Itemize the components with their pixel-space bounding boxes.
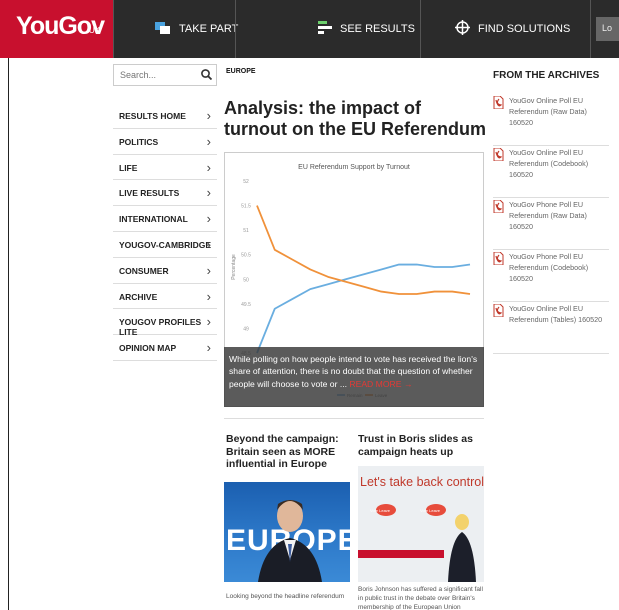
sidebar-item-label: INTERNATIONAL [119,214,188,225]
vote-leave-badge: Vote Leave [420,508,441,513]
sidebar-item-label: ARCHIVE [119,291,158,302]
archive-item-label: YouGov Online Poll EU Referendum (Raw Da… [509,96,587,127]
card-title[interactable]: Beyond the campaign: Britain seen as MOR… [226,433,350,471]
card-image-boris[interactable]: Let's take back control Vote Leave Vote … [358,466,484,582]
chart-y-tick: 51.5 [241,204,251,210]
sidebar-item-label: RESULTS HOME [119,111,186,121]
read-more-link[interactable]: READ MORE → [349,379,412,389]
results-list-icon [318,21,332,37]
chart-y-tick: 50 [243,277,249,283]
sidebar-item-label: OPINION MAP [119,343,177,354]
pdf-icon [493,147,504,166]
archive-item[interactable]: YouGov Phone Poll EU Referendum (Codeboo… [493,250,609,302]
chevron-right-icon: › [206,288,211,304]
sidebar-menu: RESULTS HOME › POLITICS › LIFE › LIVE RESUL… [113,103,217,361]
crosshair-icon [455,20,470,38]
nav-see-results[interactable]: SEE RESULTS [318,0,415,58]
chevron-right-icon: › [206,133,211,149]
sidebar-item-live-results[interactable]: LIVE RESULTS › [113,180,217,207]
speech-bubble-icon [155,21,171,38]
vote-leave-badge: Vote Leave [370,508,391,513]
search-box [113,64,217,86]
login-button[interactable]: Lo [596,17,619,41]
search-icon[interactable] [201,68,213,83]
sidebar-item-life[interactable]: LIFE › [113,155,217,181]
chevron-right-icon: › [206,314,211,330]
chart-title: EU Referendum Support by Turnout [298,164,410,171]
nav-find-solutions[interactable]: FIND SOLUTIONS [455,0,570,58]
sidebar-item-yougov-profiles-lite[interactable]: YOUGOV PROFILES LITE › [113,309,217,337]
chevron-right-icon: › [206,185,211,201]
article-title[interactable]: Analysis: the impact of turnout on the E… [224,98,488,140]
chevron-right-icon: › [206,211,211,227]
card-excerpt: Looking beyond the headline referendum [226,593,345,600]
chart-series-remain [256,263,471,354]
sidebar-item-label: YOUGOV-CAMBRIDGE [119,239,212,250]
nav-take-part-label: TAKE PART [179,23,239,35]
chevron-right-icon: › [206,262,211,278]
archive-item-label: YouGov Online Poll EU Referendum (Codebo… [509,148,589,179]
article-summary: While polling on how people intend to vo… [229,353,481,390]
chevron-right-icon: › [206,108,211,123]
archive-item[interactable]: YouGov Online Poll EU Referendum (Raw Da… [493,94,609,146]
pdf-icon [493,199,504,218]
nav-divider [235,0,236,58]
section-label[interactable]: EUROPE [226,68,256,75]
frame-edge [8,58,9,610]
pdf-icon [493,303,504,322]
sidebar-item-international[interactable]: INTERNATIONAL › [113,206,217,232]
archive-item[interactable]: YouGov Phone Poll EU Referendum (Raw Dat… [493,198,609,250]
nav-take-part[interactable]: TAKE PART [155,0,238,58]
nav-divider [590,0,591,58]
archive-item[interactable]: YouGov Online Poll EU Referendum (Tables… [493,302,609,354]
sidebar-item-label: LIFE [119,162,138,173]
card-image-cameron[interactable]: EUROPEAN [224,482,350,582]
chart-y-axis-label: Percentage [231,254,237,280]
yougov-logo[interactable]: YouGov UK [0,0,113,58]
card-title[interactable]: Trust in Boris slides as campaign heats … [358,433,482,458]
article-summary-overlay[interactable]: While polling on how people intend to vo… [224,347,484,407]
archive-item-label: YouGov Phone Poll EU Referendum (Codeboo… [509,252,589,283]
card-excerpt: Boris Johnson has suffered a significant… [358,586,483,610]
archive-item-label: YouGov Phone Poll EU Referendum (Raw Dat… [509,200,587,231]
top-navigation-bar: YouGov UK TAKE PART SEE RESULTS FIND SOL… [0,0,619,58]
pdf-icon [493,251,504,270]
chart-y-tick: 49.5 [241,302,251,308]
chevron-right-icon: › [206,236,211,252]
chevron-right-icon: › [206,159,211,175]
chart-y-tick: 52 [243,179,249,185]
archive-item[interactable]: YouGov Online Poll EU Referendum (Codebo… [493,146,609,198]
sidebar-item-label: CONSUMER [119,265,169,276]
section-divider [224,418,484,419]
sidebar-item-results-home[interactable]: RESULTS HOME › [113,103,217,129]
nav-see-results-label: SEE RESULTS [340,23,415,35]
card-image-text: Let's take back control [360,475,484,489]
sidebar-item-consumer[interactable]: CONSUMER › [113,258,217,284]
sidebar-item-archive[interactable]: ARCHIVE › [113,284,217,310]
sidebar-item-label: POLITICS [119,136,159,147]
chart-y-tick: 51 [243,228,249,234]
pdf-icon [493,95,504,114]
nav-find-solutions-label: FIND SOLUTIONS [478,23,571,35]
chart-y-tick: 50.5 [241,253,251,259]
chart-series-leave [256,205,471,295]
chevron-right-icon: › [206,340,211,356]
nav-divider [113,0,114,58]
sidebar-item-yougov-cambridge[interactable]: YOUGOV-CAMBRIDGE › [113,232,217,258]
archive-item-label: YouGov Online Poll EU Referendum (Tables… [509,304,603,324]
nav-divider [420,0,421,58]
chart-y-tick: 49 [243,326,249,332]
search-input[interactable] [114,65,194,85]
sidebar-item-politics[interactable]: POLITICS › [113,129,217,155]
sidebar-item-label: LIVE RESULTS [119,188,180,199]
archives-title: FROM THE ARCHIVES [493,70,600,81]
sidebar-item-opinion-map[interactable]: OPINION MAP › [113,335,217,361]
logo-region: UK [89,26,101,35]
